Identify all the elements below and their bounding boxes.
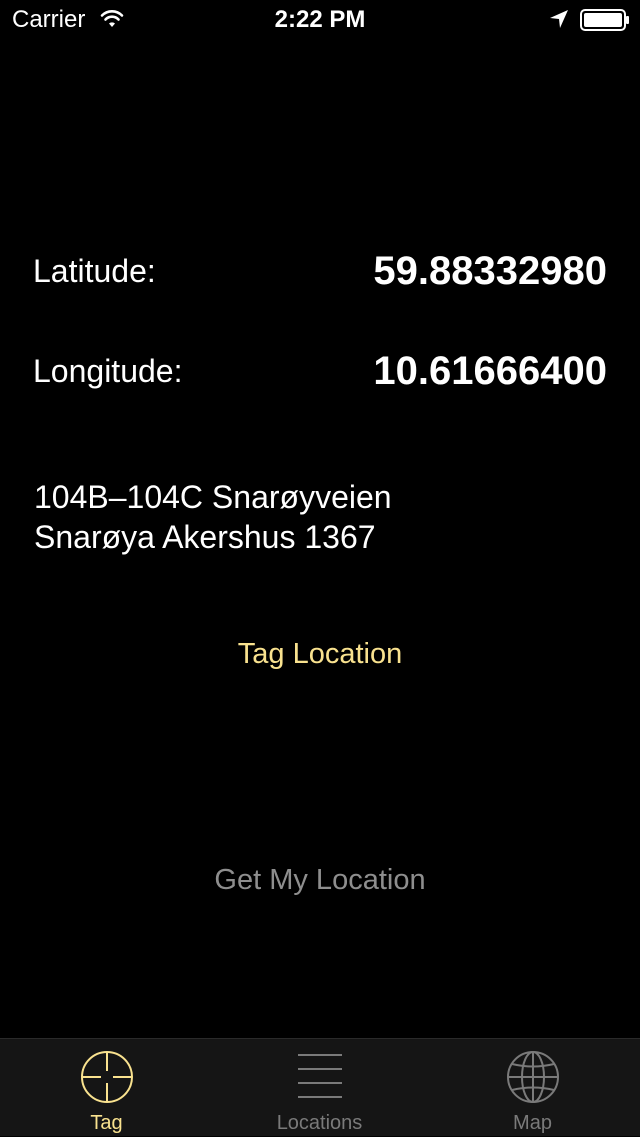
- status-bar: Carrier 2:22 PM: [0, 0, 640, 40]
- tag-location-button[interactable]: Tag Location: [0, 634, 640, 674]
- address-line-1: 104B–104C Snarøyveien: [34, 479, 392, 515]
- battery-icon: [580, 9, 629, 31]
- status-time: 2:22 PM: [274, 6, 366, 33]
- latitude-value: 59.88332980: [373, 249, 607, 293]
- list-icon: [297, 1054, 342, 1098]
- location-arrow-icon: [550, 10, 568, 28]
- globe-icon: [506, 1051, 559, 1103]
- tab-tag-label: Tag: [90, 1112, 123, 1134]
- address-label: 104B–104C Snarøyveien Snarøya Akershus 1…: [34, 477, 392, 557]
- tab-tag[interactable]: Tag: [0, 1039, 213, 1137]
- address-line-2: Snarøya Akershus 1367: [34, 519, 376, 555]
- tab-locations-label: Locations: [276, 1112, 363, 1134]
- longitude-value: 10.61666400: [373, 349, 607, 393]
- tab-locations[interactable]: Locations: [213, 1039, 426, 1137]
- tab-map[interactable]: Map: [426, 1039, 639, 1137]
- latitude-label: Latitude:: [33, 253, 156, 289]
- crosshair-icon: [80, 1051, 133, 1103]
- get-my-location-button[interactable]: Get My Location: [0, 860, 640, 900]
- tab-map-label: Map: [513, 1112, 552, 1134]
- longitude-label: Longitude:: [33, 353, 183, 389]
- tab-bar: Tag Locations Map: [0, 1038, 640, 1136]
